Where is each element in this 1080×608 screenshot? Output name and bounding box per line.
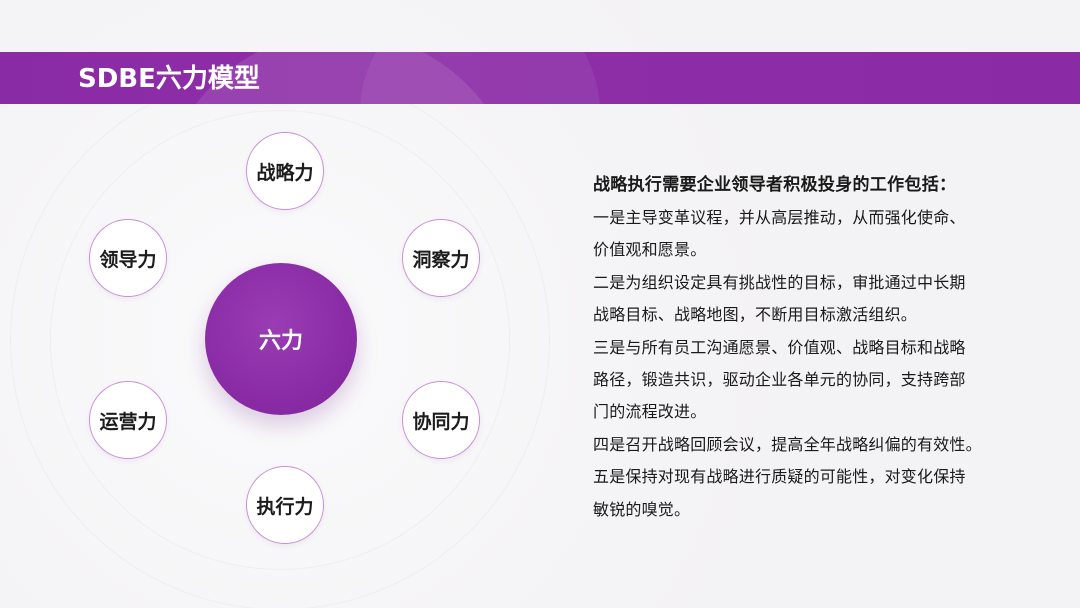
node-label: 洞察力 (412, 248, 470, 271)
node-operation: 运营力 (89, 381, 167, 459)
description-line: 二是为组织设定具有挑战性的目标，审批通过中长期 (593, 272, 966, 292)
page-title: SDBE六力模型 (78, 64, 260, 94)
node-label: 协同力 (412, 410, 470, 433)
center-label: 六力 (258, 329, 303, 354)
description-line: 路径，锻造共识，驱动企业各单元的协同，支持跨部 (593, 370, 966, 390)
node-label: 运营力 (99, 410, 157, 433)
node-label: 领导力 (99, 248, 157, 271)
description-line: 敏锐的嗅觉。 (593, 499, 691, 519)
description-line: 价值观和愿景。 (593, 240, 707, 260)
node-strategy: 战略力 (246, 132, 324, 210)
description-line: 门的流程改进。 (593, 402, 707, 422)
slide: SDBE六力模型 六力 战略力 洞察力 协同力 执行力 运营力 领导力 战略执行… (0, 0, 1080, 608)
description-line: 三是与所有员工沟通愿景、价值观、战略目标和战略 (593, 337, 966, 357)
banner-decoration (360, 52, 600, 104)
description-line: 五是保持对现有战略进行质疑的可能性，对变化保持 (593, 467, 966, 487)
node-execution: 执行力 (246, 466, 324, 544)
node-label: 战略力 (256, 161, 314, 184)
description-line: 一是主导变革议程，并从高层推动，从而强化使命、 (593, 208, 966, 227)
center-circle: 六力 (205, 263, 357, 415)
node-label: 执行力 (256, 495, 314, 518)
node-synergy: 协同力 (402, 381, 480, 459)
description-heading: 战略执行需要企业领导者积极投身的工作包括： (593, 175, 957, 195)
description-line: 四是召开战略回顾会议，提高全年战略纠偏的有效性。 (593, 434, 982, 454)
description-text: 战略执行需要企业领导者积极投身的工作包括： 一是主导变革议程，并从高层推动，从而… (593, 170, 1033, 526)
description-line: 战略目标、战略地图，不断用目标激活组织。 (593, 305, 918, 325)
node-leadership: 领导力 (89, 219, 167, 297)
node-insight: 洞察力 (402, 219, 480, 297)
